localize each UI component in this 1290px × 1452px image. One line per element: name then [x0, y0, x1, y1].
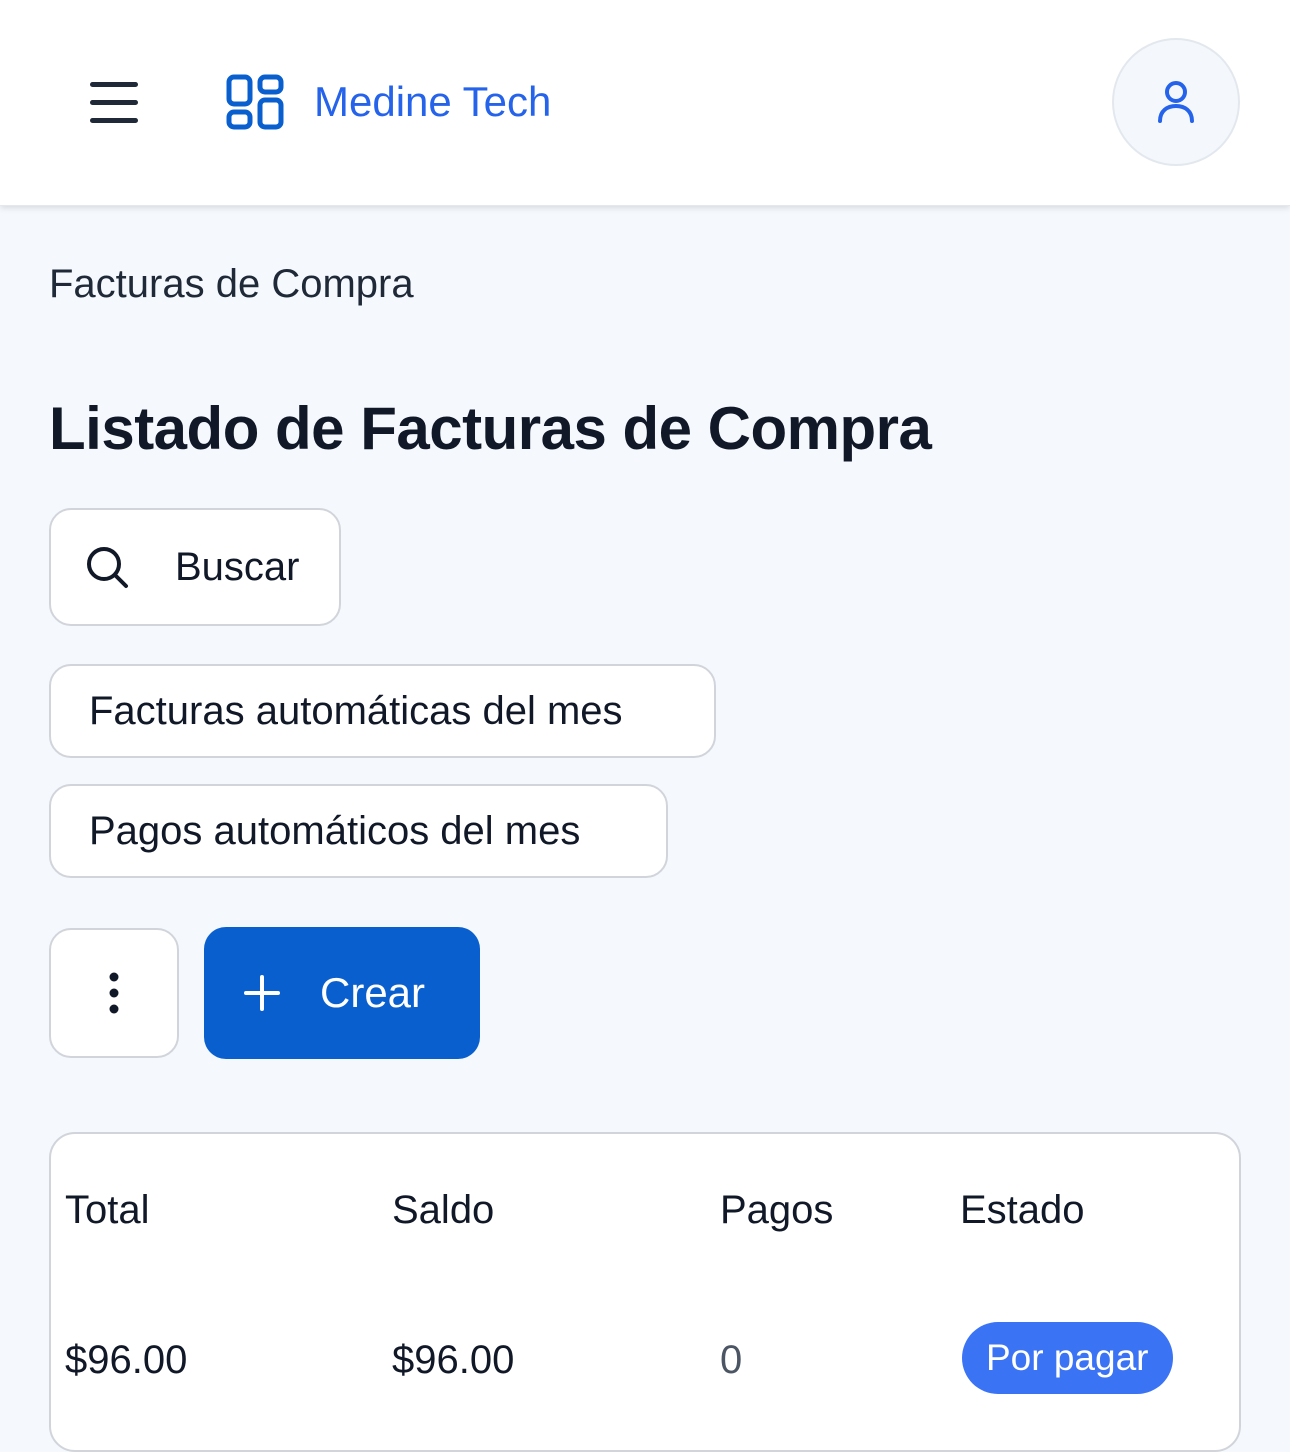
- column-header-pagos[interactable]: Pagos: [720, 1188, 833, 1233]
- grid-logo-icon: [226, 74, 284, 130]
- page-title: Listado de Facturas de Compra: [49, 395, 932, 462]
- search-button[interactable]: Buscar: [49, 508, 341, 626]
- top-app-bar: Medine Tech: [0, 0, 1290, 206]
- user-icon: [1158, 81, 1194, 123]
- more-vertical-icon: [109, 972, 119, 1014]
- brand-title: Medine Tech: [314, 78, 552, 125]
- create-button-label: Crear: [320, 969, 426, 1016]
- search-button-label: Buscar: [175, 544, 300, 589]
- menu-icon-bar: [90, 117, 138, 123]
- brand-link[interactable]: Medine Tech: [226, 72, 551, 132]
- menu-icon-bar: [90, 81, 138, 87]
- auto-invoices-label: Facturas automáticas del mes: [89, 688, 623, 733]
- user-account-button[interactable]: [1112, 38, 1240, 166]
- column-header-saldo[interactable]: Saldo: [392, 1188, 494, 1233]
- cell-saldo: $96.00: [392, 1338, 515, 1382]
- auto-invoices-button[interactable]: Facturas automáticas del mes: [49, 664, 716, 758]
- menu-button[interactable]: [84, 72, 144, 132]
- search-icon: [87, 547, 128, 588]
- plus-icon: [244, 975, 280, 1011]
- create-button[interactable]: Crear: [204, 927, 480, 1059]
- cell-pagos: 0: [720, 1338, 743, 1382]
- menu-icon-bar: [90, 99, 138, 105]
- auto-payments-button[interactable]: Pagos automáticos del mes: [49, 784, 668, 878]
- column-header-estado[interactable]: Estado: [960, 1188, 1085, 1233]
- status-badge: Por pagar: [962, 1322, 1173, 1394]
- cell-total: $96.00: [65, 1338, 188, 1382]
- invoices-table: Total Saldo Pagos Estado $96.00 $96.00 0…: [49, 1132, 1241, 1452]
- auto-payments-label: Pagos automáticos del mes: [89, 808, 581, 853]
- breadcrumb: Facturas de Compra: [49, 262, 414, 306]
- more-options-button[interactable]: [49, 928, 179, 1058]
- column-header-total[interactable]: Total: [65, 1188, 150, 1233]
